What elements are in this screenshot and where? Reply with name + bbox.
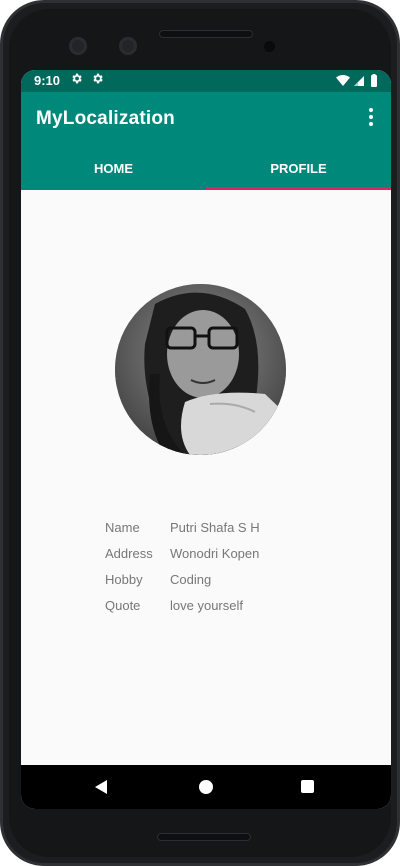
back-icon[interactable] <box>95 780 107 794</box>
tab-indicator <box>206 187 391 190</box>
gear-icon <box>70 72 83 88</box>
app-bar: MyLocalization HOME PROFILE <box>21 92 391 190</box>
battery-icon <box>371 74 377 87</box>
proximity-sensor <box>264 41 275 52</box>
profile-photo <box>115 284 286 455</box>
recents-icon[interactable] <box>301 780 314 793</box>
cellular-signal-icon <box>354 76 364 86</box>
quote-label: Quote <box>105 598 141 613</box>
front-camera-right <box>119 37 137 55</box>
status-time: 9:10 <box>34 73 61 88</box>
screen: 9:10 MyLocalization HOME PROFILE Name Pu… <box>21 70 391 809</box>
address-label: Address <box>105 546 153 561</box>
wifi-icon <box>336 75 350 86</box>
front-camera-left <box>69 37 87 55</box>
device-frame: 9:10 MyLocalization HOME PROFILE Name Pu… <box>0 0 400 866</box>
tab-home[interactable]: HOME <box>21 152 206 190</box>
earpiece-speaker <box>159 30 253 38</box>
hobby-value: Coding <box>170 572 212 587</box>
name-label: Name <box>105 520 140 535</box>
quote-value: love yourself <box>170 598 243 613</box>
address-value: Wonodri Kopen <box>170 546 260 561</box>
more-vert-icon[interactable] <box>365 108 377 130</box>
tab-profile[interactable]: PROFILE <box>206 152 391 190</box>
bottom-speaker <box>157 833 251 841</box>
status-icons <box>335 74 379 88</box>
home-icon[interactable] <box>199 780 213 794</box>
status-bar: 9:10 <box>21 70 391 92</box>
navigation-bar <box>21 765 391 809</box>
hobby-label: Hobby <box>105 572 143 587</box>
name-value: Putri Shafa S H <box>170 520 260 535</box>
gear-icon <box>91 72 104 88</box>
app-title: MyLocalization <box>36 108 175 129</box>
